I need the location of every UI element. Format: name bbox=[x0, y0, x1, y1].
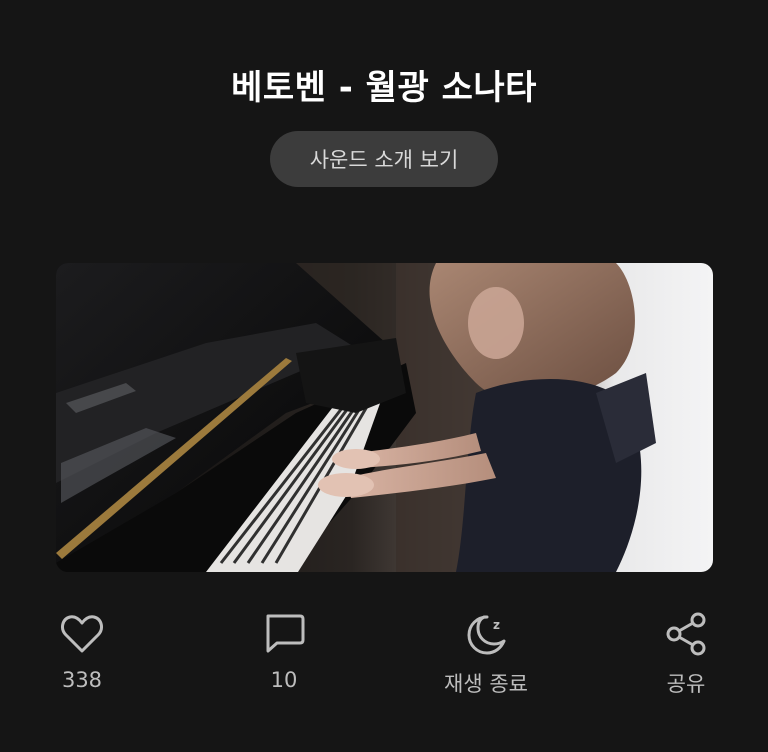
svg-text:z: z bbox=[493, 618, 500, 632]
sleep-timer-label: 재생 종료 bbox=[444, 672, 528, 696]
comment-count: 10 bbox=[270, 668, 298, 692]
sleep-timer-button[interactable]: z 재생 종료 bbox=[416, 610, 556, 698]
comment-icon bbox=[260, 610, 308, 658]
heart-icon bbox=[58, 610, 106, 658]
page-title: 베토벤 - 월광 소나타 bbox=[231, 68, 537, 108]
sound-intro-button[interactable]: 사운드 소개 보기 bbox=[270, 131, 498, 187]
share-button[interactable]: 공유 bbox=[616, 610, 756, 698]
share-label: 공유 bbox=[666, 672, 706, 696]
cover-photo bbox=[56, 263, 713, 572]
comment-button[interactable]: 10 bbox=[214, 610, 354, 692]
sleep-timer-icon: z bbox=[462, 610, 510, 658]
share-icon bbox=[662, 610, 710, 658]
like-button[interactable]: 338 bbox=[12, 610, 152, 692]
like-count: 338 bbox=[61, 668, 103, 692]
action-bar: 338 10 z 재생 종료 공유 bbox=[0, 610, 768, 710]
sound-intro-button-label: 사운드 소개 보기 bbox=[309, 148, 459, 172]
